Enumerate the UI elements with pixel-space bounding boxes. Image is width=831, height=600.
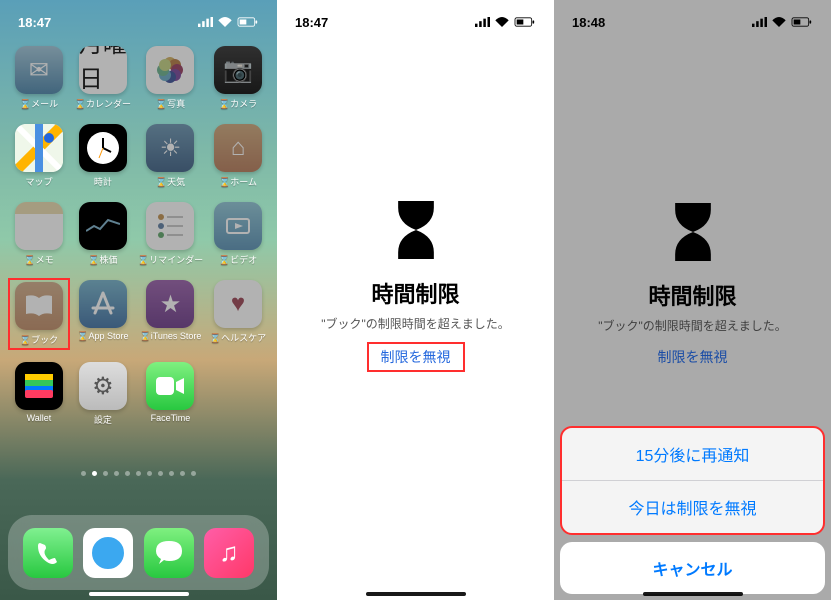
- app-label: 設定: [94, 413, 112, 426]
- app-itunes[interactable]: ★⌛iTunes Store: [138, 280, 203, 348]
- stocks-icon: [86, 216, 120, 236]
- home-screen: 18:47 ✉︎⌛メール 月曜日10⌛カレンダー ⌛写真 📷⌛カメラ マップ 時…: [0, 0, 277, 600]
- safari-icon: [88, 533, 128, 573]
- app-label: ⌛リマインダー: [138, 253, 203, 266]
- limit-message: "ブック"の制限時間を超えました。: [598, 317, 787, 334]
- dock-music[interactable]: ♫: [204, 528, 254, 578]
- app-label: ⌛App Store: [77, 331, 128, 342]
- app-photos[interactable]: ⌛写真: [138, 46, 203, 110]
- status-time: 18:47: [18, 15, 51, 30]
- time-limit-screen: 18:47 時間制限 "ブック"の制限時間を超えました。 制限を無視: [277, 0, 554, 600]
- signal-icon: [198, 17, 213, 27]
- action-sheet: 15分後に再通知 今日は制限を無視 キャンセル: [560, 426, 825, 594]
- wifi-icon: [772, 17, 786, 27]
- home-indicator[interactable]: [643, 592, 743, 596]
- cancel-button[interactable]: キャンセル: [560, 542, 825, 594]
- home-indicator[interactable]: [366, 592, 466, 596]
- remind-later-button[interactable]: 15分後に再通知: [562, 428, 823, 481]
- app-settings[interactable]: ⚙︎設定: [74, 362, 132, 426]
- messages-icon: [154, 539, 184, 567]
- photos-icon: [155, 55, 185, 85]
- app-label: Wallet: [27, 413, 52, 423]
- facetime-icon: [154, 375, 186, 397]
- status-bar: 18:48: [554, 0, 831, 36]
- clock-icon: [85, 130, 121, 166]
- status-time: 18:48: [572, 15, 605, 30]
- phone-icon: [35, 540, 61, 566]
- app-stocks[interactable]: ⌛株価: [74, 202, 132, 266]
- book-icon: [24, 294, 54, 318]
- limit-message: "ブック"の制限時間を超えました。: [321, 315, 510, 332]
- maps-icon: [15, 124, 63, 172]
- signal-icon: [475, 17, 490, 27]
- app-label: ⌛iTunes Store: [140, 331, 202, 342]
- app-label: ⌛ビデオ: [219, 253, 257, 266]
- app-grid: ✉︎⌛メール 月曜日10⌛カレンダー ⌛写真 📷⌛カメラ マップ 時計 ☀︎⌛天…: [0, 36, 277, 426]
- battery-icon: [237, 17, 259, 27]
- appstore-icon: [88, 289, 118, 319]
- app-label: ⌛メール: [20, 97, 58, 110]
- status-icons: [198, 17, 259, 27]
- status-icons: [752, 17, 813, 27]
- wifi-icon: [495, 17, 509, 27]
- time-limit-actionsheet-screen: 18:48 時間制限 "ブック"の制限時間を超えました。 制限を無視 15分後に…: [554, 0, 831, 600]
- app-label: ⌛ヘルスケア: [210, 331, 266, 344]
- hourglass-icon: [670, 203, 716, 261]
- app-label: マップ: [25, 175, 52, 188]
- app-label: ⌛ブック: [20, 333, 58, 346]
- page-indicator: [0, 471, 277, 476]
- limit-content: 時間制限 "ブック"の制限時間を超えました。 制限を無視: [277, 36, 554, 600]
- status-bar: 18:47: [0, 0, 277, 36]
- battery-icon: [791, 17, 813, 27]
- app-label: FaceTime: [151, 413, 191, 423]
- app-appstore[interactable]: ⌛App Store: [74, 280, 132, 348]
- ignore-limit-link[interactable]: 制限を無視: [367, 342, 465, 372]
- home-indicator[interactable]: [89, 592, 189, 596]
- app-label: ⌛カレンダー: [75, 97, 131, 110]
- reminders-icon: [155, 211, 185, 241]
- app-label: ⌛メモ: [24, 253, 53, 266]
- app-label: ⌛ホーム: [219, 175, 257, 188]
- app-label: ⌛天気: [156, 175, 185, 188]
- app-video[interactable]: ⌛ビデオ: [209, 202, 267, 266]
- app-mail[interactable]: ✉︎⌛メール: [10, 46, 68, 110]
- app-label: 時計: [94, 175, 112, 188]
- hourglass-icon: [393, 201, 439, 259]
- app-health[interactable]: ♥⌛ヘルスケア: [209, 280, 267, 348]
- app-reminders[interactable]: ⌛リマインダー: [138, 202, 203, 266]
- action-sheet-cancel-group: キャンセル: [560, 542, 825, 594]
- status-bar: 18:47: [277, 0, 554, 36]
- app-books-highlighted[interactable]: ⌛ブック: [8, 278, 70, 350]
- app-weather[interactable]: ☀︎⌛天気: [138, 124, 203, 188]
- wallet-icon: [19, 366, 59, 406]
- status-time: 18:47: [295, 15, 328, 30]
- app-label: ⌛株価: [88, 253, 117, 266]
- wifi-icon: [218, 17, 232, 27]
- app-calendar[interactable]: 月曜日10⌛カレンダー: [74, 46, 132, 110]
- dock: ♫: [8, 515, 269, 590]
- app-maps[interactable]: マップ: [10, 124, 68, 188]
- app-facetime[interactable]: FaceTime: [138, 362, 203, 426]
- app-wallet[interactable]: Wallet: [10, 362, 68, 426]
- app-notes[interactable]: ⌛メモ: [10, 202, 68, 266]
- app-label: ⌛カメラ: [219, 97, 257, 110]
- ignore-today-button[interactable]: 今日は制限を無視: [562, 481, 823, 533]
- signal-icon: [752, 17, 767, 27]
- dock-messages[interactable]: [144, 528, 194, 578]
- video-icon: [223, 215, 253, 237]
- limit-title: 時間制限: [648, 279, 736, 311]
- dock-safari[interactable]: [83, 528, 133, 578]
- app-clock[interactable]: 時計: [74, 124, 132, 188]
- app-label: ⌛写真: [156, 97, 185, 110]
- app-home[interactable]: ⌂⌛ホーム: [209, 124, 267, 188]
- battery-icon: [514, 17, 536, 27]
- action-sheet-options: 15分後に再通知 今日は制限を無視: [560, 426, 825, 535]
- app-camera[interactable]: 📷⌛カメラ: [209, 46, 267, 110]
- status-icons: [475, 17, 536, 27]
- ignore-limit-link: 制限を無視: [646, 344, 740, 370]
- limit-title: 時間制限: [371, 277, 459, 309]
- dock-phone[interactable]: [23, 528, 73, 578]
